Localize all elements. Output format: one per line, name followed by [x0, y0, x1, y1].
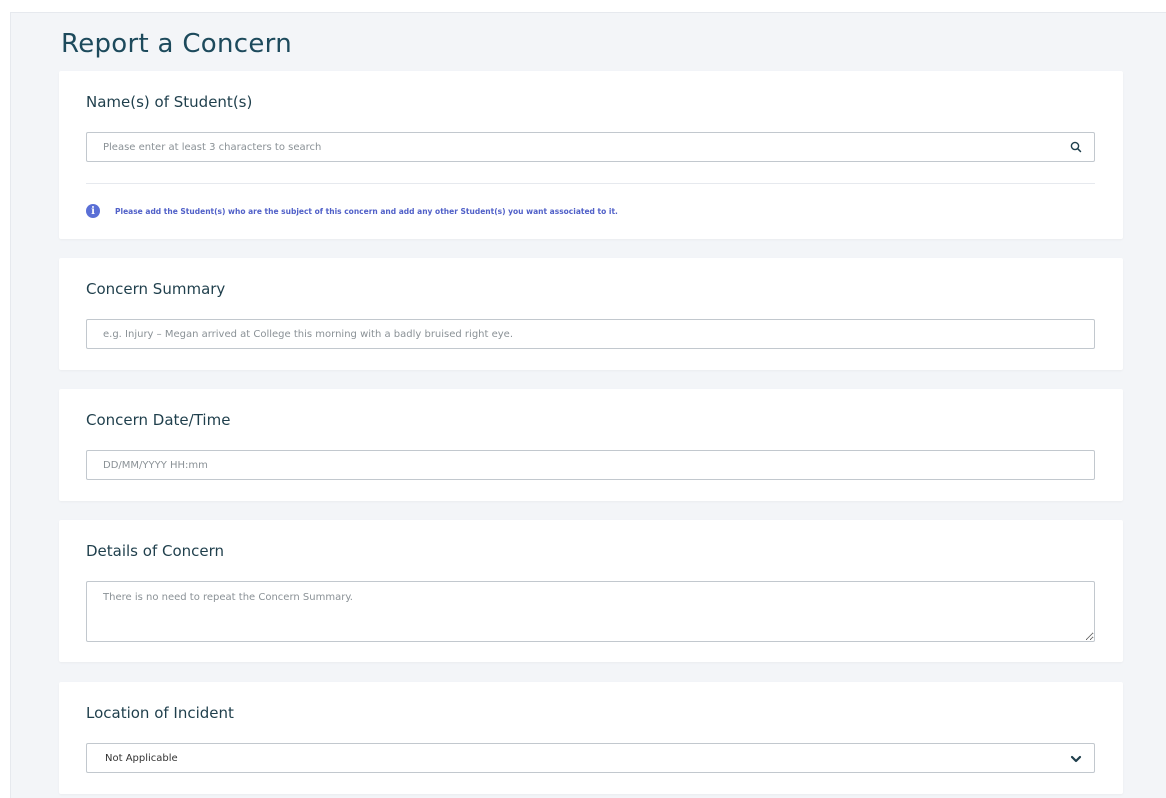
- location-label: Location of Incident: [86, 704, 234, 722]
- students-info-text: Please add the Student(s) who are the su…: [115, 206, 618, 216]
- datetime-label: Concern Date/Time: [86, 411, 231, 429]
- concern-summary-input[interactable]: [86, 319, 1095, 349]
- page-container: Report a Concern Name(s) of Student(s) i…: [10, 12, 1166, 798]
- search-icon[interactable]: [1069, 140, 1083, 154]
- location-select[interactable]: Not Applicable: [86, 743, 1095, 773]
- concern-details-textarea[interactable]: [86, 581, 1095, 642]
- location-card: Location of Incident Not Applicable: [59, 682, 1123, 794]
- students-info-row: i Please add the Student(s) who are the …: [86, 204, 618, 218]
- page-title: Report a Concern: [61, 29, 292, 59]
- info-icon: i: [86, 204, 100, 218]
- student-search-input[interactable]: [86, 132, 1095, 162]
- details-label: Details of Concern: [86, 542, 225, 560]
- details-card: Details of Concern: [59, 520, 1123, 662]
- summary-card: Concern Summary: [59, 258, 1123, 370]
- chevron-down-icon[interactable]: [1069, 751, 1083, 765]
- location-select-value[interactable]: Not Applicable: [86, 743, 1095, 773]
- summary-label: Concern Summary: [86, 280, 226, 298]
- students-card: Name(s) of Student(s) i Please add the S…: [59, 71, 1123, 239]
- concern-datetime-input[interactable]: [86, 450, 1095, 480]
- students-label: Name(s) of Student(s): [86, 93, 253, 111]
- datetime-card: Concern Date/Time: [59, 389, 1123, 501]
- divider: [86, 183, 1095, 184]
